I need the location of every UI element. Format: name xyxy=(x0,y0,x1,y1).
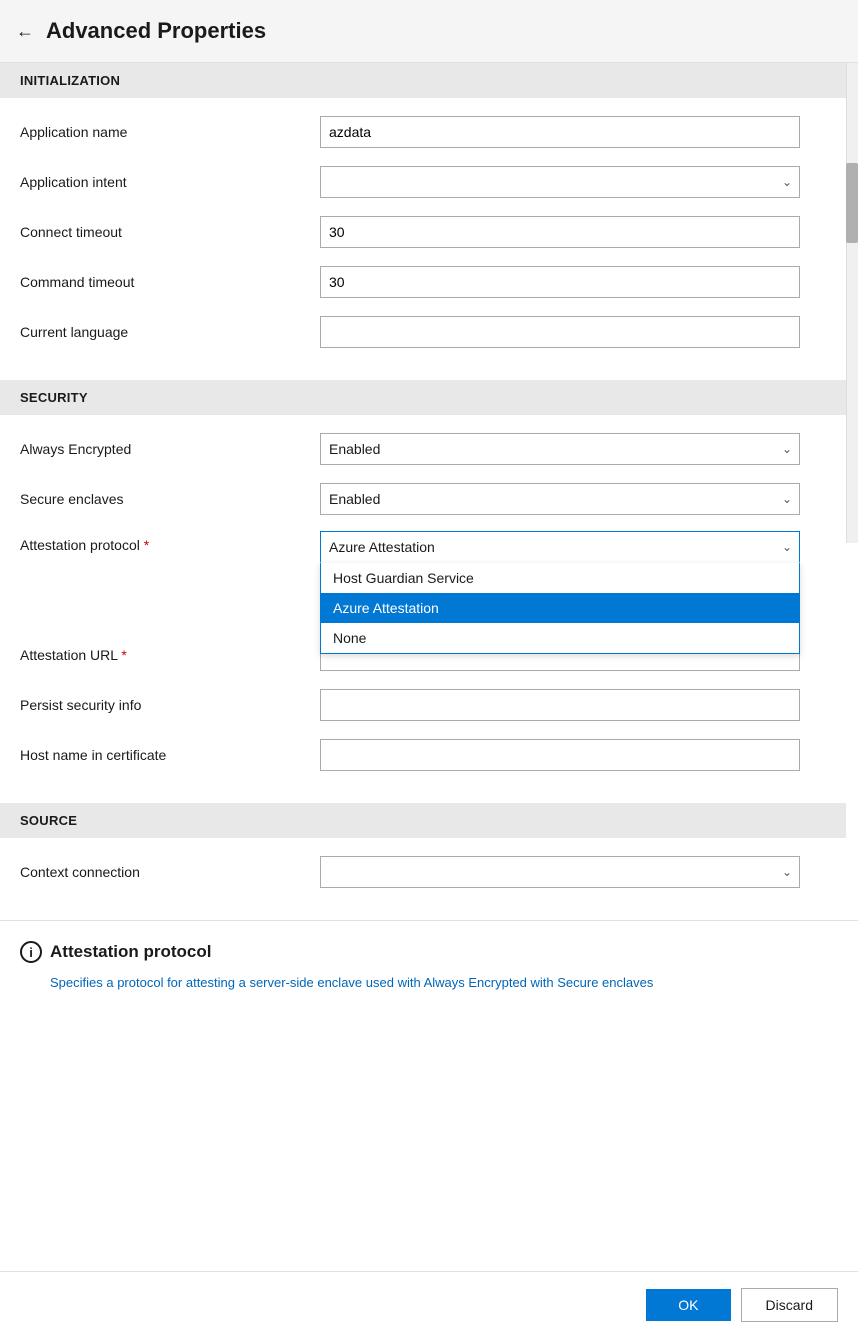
select-display-always-encrypted[interactable]: Enabled xyxy=(320,433,800,465)
source-fields: Context connection ⌄ xyxy=(0,838,846,920)
scroll-track xyxy=(846,63,858,543)
input-host-name-in-certificate[interactable] xyxy=(320,739,800,771)
label-persist-security-info: Persist security info xyxy=(20,697,320,713)
select-display-attestation-protocol[interactable]: Azure Attestation xyxy=(320,531,800,563)
input-persist-security-info[interactable] xyxy=(320,689,800,721)
label-always-encrypted: Always Encrypted xyxy=(20,441,320,457)
control-secure-enclaves: Enabled ⌄ xyxy=(320,483,800,515)
security-fields: Always Encrypted Enabled ⌄ Secure enclav… xyxy=(0,415,846,803)
control-always-encrypted: Enabled ⌄ xyxy=(320,433,800,465)
control-connect-timeout xyxy=(320,216,800,248)
control-host-name-in-certificate xyxy=(320,739,800,771)
label-application-name: Application name xyxy=(20,124,320,140)
control-application-intent: ⌄ xyxy=(320,166,800,198)
label-current-language: Current language xyxy=(20,324,320,340)
option-none[interactable]: None xyxy=(321,623,799,653)
discard-button[interactable]: Discard xyxy=(741,1288,838,1322)
row-always-encrypted: Always Encrypted Enabled ⌄ xyxy=(20,431,826,467)
control-application-name xyxy=(320,116,800,148)
control-context-connection: ⌄ xyxy=(320,856,800,888)
input-current-language[interactable] xyxy=(320,316,800,348)
info-panel-title-row: i Attestation protocol xyxy=(20,941,838,963)
initialization-fields: Application name Application intent ⌄ Co… xyxy=(0,98,846,380)
input-application-name[interactable] xyxy=(320,116,800,148)
control-current-language xyxy=(320,316,800,348)
section-source: SOURCE xyxy=(0,803,846,838)
select-context-connection[interactable]: ⌄ xyxy=(320,856,800,888)
row-application-intent: Application intent ⌄ xyxy=(20,164,826,200)
info-panel-description: Specifies a protocol for attesting a ser… xyxy=(50,973,838,993)
input-connect-timeout[interactable] xyxy=(320,216,800,248)
select-secure-enclaves[interactable]: Enabled ⌄ xyxy=(320,483,800,515)
label-command-timeout: Command timeout xyxy=(20,274,320,290)
info-panel: i Attestation protocol Specifies a proto… xyxy=(0,920,858,1009)
attestation-protocol-dropdown: Host Guardian Service Azure Attestation … xyxy=(320,563,800,654)
select-display-context-connection[interactable] xyxy=(320,856,800,888)
row-secure-enclaves: Secure enclaves Enabled ⌄ xyxy=(20,481,826,517)
label-secure-enclaves: Secure enclaves xyxy=(20,491,320,507)
select-display-secure-enclaves[interactable]: Enabled xyxy=(320,483,800,515)
select-always-encrypted[interactable]: Enabled ⌄ xyxy=(320,433,800,465)
label-attestation-protocol: Attestation protocol * xyxy=(20,531,320,553)
row-context-connection: Context connection ⌄ xyxy=(20,854,826,890)
select-display-application-intent[interactable] xyxy=(320,166,800,198)
back-button[interactable]: ← xyxy=(16,22,34,40)
main-content: INITIALIZATION Application name Applicat… xyxy=(0,63,858,920)
section-initialization: INITIALIZATION xyxy=(0,63,846,98)
label-context-connection: Context connection xyxy=(20,864,320,880)
select-application-intent[interactable]: ⌄ xyxy=(320,166,800,198)
row-host-name-in-certificate: Host name in certificate xyxy=(20,737,826,773)
row-attestation-protocol: Attestation protocol * Azure Attestation… xyxy=(20,531,826,567)
label-host-name-in-certificate: Host name in certificate xyxy=(20,747,320,763)
footer: OK Discard xyxy=(0,1271,858,1338)
row-persist-security-info: Persist security info xyxy=(20,687,826,723)
info-icon: i xyxy=(20,941,42,963)
ok-button[interactable]: OK xyxy=(646,1289,730,1321)
section-security: SECURITY xyxy=(0,380,846,415)
select-attestation-protocol[interactable]: Azure Attestation ⌄ Host Guardian Servic… xyxy=(320,531,800,563)
row-connect-timeout: Connect timeout xyxy=(20,214,826,250)
row-command-timeout: Command timeout xyxy=(20,264,826,300)
label-attestation-url: Attestation URL * xyxy=(20,647,320,663)
header: ← Advanced Properties xyxy=(0,0,858,63)
label-connect-timeout: Connect timeout xyxy=(20,224,320,240)
page-container: ← Advanced Properties INITIALIZATION App… xyxy=(0,0,858,1338)
row-application-name: Application name xyxy=(20,114,826,150)
row-current-language: Current language xyxy=(20,314,826,350)
control-attestation-protocol: Azure Attestation ⌄ Host Guardian Servic… xyxy=(320,531,800,563)
control-command-timeout xyxy=(320,266,800,298)
info-panel-title: Attestation protocol xyxy=(50,942,212,962)
scroll-thumb[interactable] xyxy=(846,163,858,243)
option-host-guardian-service[interactable]: Host Guardian Service xyxy=(321,563,799,593)
option-azure-attestation[interactable]: Azure Attestation xyxy=(321,593,799,623)
page-title: Advanced Properties xyxy=(46,18,266,44)
label-application-intent: Application intent xyxy=(20,174,320,190)
input-command-timeout[interactable] xyxy=(320,266,800,298)
control-persist-security-info xyxy=(320,689,800,721)
